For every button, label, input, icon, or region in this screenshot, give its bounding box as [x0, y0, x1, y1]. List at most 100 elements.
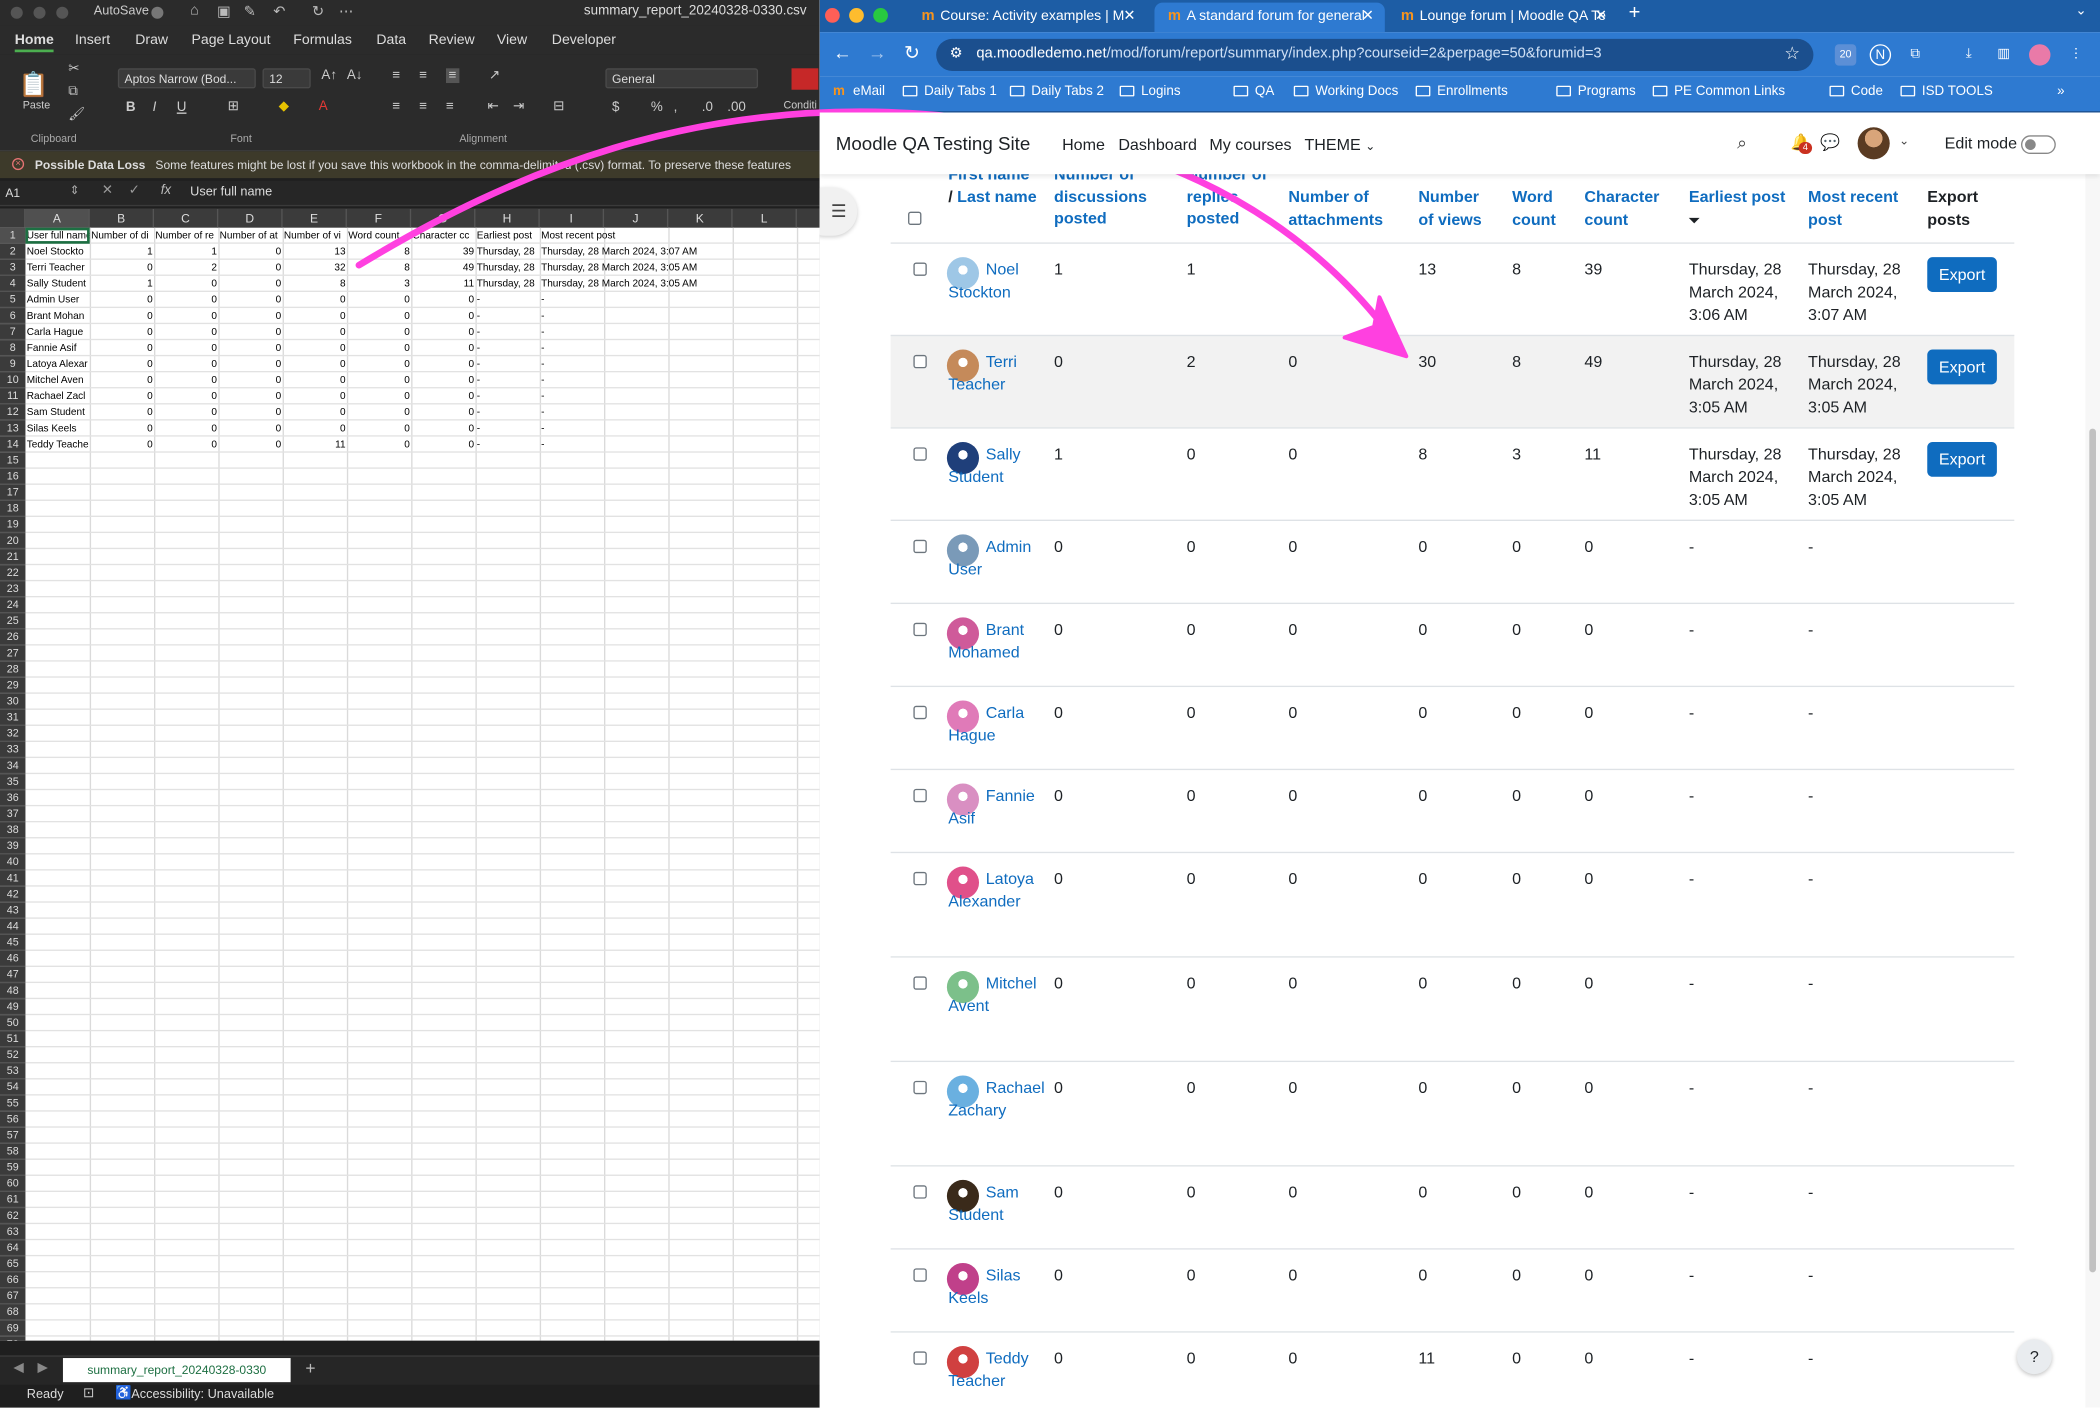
row-header[interactable]: 49	[0, 999, 26, 1016]
row-select-checkbox[interactable]	[913, 976, 927, 990]
increase-font-icon[interactable]: A↑	[321, 68, 337, 83]
reload-icon[interactable]: ↻	[904, 42, 920, 65]
export-button[interactable]: Export	[1927, 257, 1997, 292]
cell[interactable]: -	[475, 324, 539, 340]
cell[interactable]: Most recent post	[540, 228, 733, 244]
cell[interactable]: 0	[347, 388, 411, 404]
cell[interactable]: 32	[283, 260, 347, 276]
user-name-link[interactable]: Sam Student	[948, 1181, 1044, 1227]
cell[interactable]: 0	[218, 292, 282, 308]
row-header[interactable]: 31	[0, 709, 26, 726]
user-name-link[interactable]: Admin User	[948, 536, 1044, 582]
column-header[interactable]: K	[668, 208, 733, 228]
cell[interactable]: 0	[90, 260, 154, 276]
cell[interactable]: 0	[154, 276, 218, 292]
row-header[interactable]: 7	[0, 324, 26, 341]
row-header[interactable]: 65	[0, 1256, 26, 1273]
font-name-select[interactable]: Aptos Narrow (Bod...	[117, 68, 256, 89]
column-header[interactable]: I	[540, 208, 605, 228]
cell[interactable]: 1	[90, 244, 154, 260]
select-all-checkbox[interactable]	[908, 211, 922, 226]
cell[interactable]: 0	[411, 372, 475, 388]
column-header[interactable]: F	[347, 208, 412, 228]
fill-color-icon[interactable]: ◆	[279, 99, 289, 114]
cell[interactable]: Thursday, 28 March 2024, 3:05 AM	[540, 260, 733, 276]
cell[interactable]: Carla Hague	[25, 324, 89, 340]
cell[interactable]: 0	[154, 437, 218, 453]
row-header[interactable]: 18	[0, 500, 26, 517]
font-size-select[interactable]: 12	[262, 68, 311, 89]
cell[interactable]: 0	[283, 388, 347, 404]
cell[interactable]: Thursday, 28 March 2024, 3:05 AM	[540, 276, 733, 292]
align-top-icon[interactable]: ≡	[392, 68, 400, 83]
cell[interactable]: -	[475, 388, 539, 404]
row-header[interactable]: 10	[0, 372, 26, 389]
cell[interactable]: 0	[218, 324, 282, 340]
bookmark-isd-tools[interactable]: ISD TOOLS	[1900, 84, 1993, 99]
cell[interactable]: 0	[218, 260, 282, 276]
download-icon[interactable]: ⤓	[1958, 44, 1979, 65]
column-header[interactable]: D	[218, 208, 283, 228]
row-header[interactable]: 61	[0, 1191, 26, 1209]
row-header[interactable]: 48	[0, 983, 26, 1000]
close-window-button[interactable]	[825, 8, 840, 23]
row-header[interactable]: 41	[0, 870, 26, 887]
cell[interactable]: 0	[218, 340, 282, 356]
ribbon-tab-review[interactable]: Review	[429, 32, 475, 48]
row-select-checkbox[interactable]	[913, 447, 927, 461]
row-select-checkbox[interactable]	[913, 262, 927, 276]
cell[interactable]: 0	[347, 292, 411, 308]
spreadsheet-grid[interactable]: ABCDEFGHIJKL 1 2 3 4 5 6 7 8 9 10 11 12 13 14 15 16 17 18…	[0, 208, 820, 1341]
header-character-count[interactable]: Character count	[1584, 186, 1671, 230]
row-header[interactable]: 62	[0, 1208, 26, 1225]
profile-avatar-icon[interactable]	[2029, 44, 2051, 66]
ribbon-tab-data[interactable]: Data	[376, 32, 406, 48]
profile-n-icon[interactable]: N	[1869, 44, 1892, 66]
row-header[interactable]: 47	[0, 966, 26, 984]
cell[interactable]: 0	[347, 404, 411, 420]
row-header[interactable]: 32	[0, 725, 26, 742]
cell[interactable]: 0	[283, 340, 347, 356]
cell[interactable]: 0	[90, 324, 154, 340]
cell[interactable]: Fannie Asif	[25, 340, 89, 356]
add-sheet-icon[interactable]: +	[305, 1358, 315, 1378]
undo-icon[interactable]: ↶	[273, 3, 285, 20]
cell[interactable]: -	[540, 372, 733, 388]
bold-button[interactable]: B	[126, 100, 136, 115]
user-name-link[interactable]: Mitchel Avent	[948, 972, 1044, 1018]
nav-dashboard[interactable]: Dashboard	[1118, 135, 1197, 154]
cell[interactable]: 0	[411, 388, 475, 404]
cell[interactable]: 8	[347, 244, 411, 260]
bookmark-daily-tabs-2[interactable]: Daily Tabs 2	[1009, 84, 1104, 99]
row-header[interactable]: 34	[0, 758, 26, 775]
user-name-link[interactable]: Latoya Alexander	[948, 868, 1044, 914]
row-select-checkbox[interactable]	[913, 1268, 927, 1282]
cell[interactable]: Rachael Zacl	[25, 388, 89, 404]
cell[interactable]: 8	[283, 276, 347, 292]
cell[interactable]: 0	[90, 437, 154, 453]
borders-icon[interactable]: ⊞	[228, 99, 239, 114]
column-header[interactable]: B	[90, 208, 155, 228]
cell[interactable]: -	[540, 388, 733, 404]
comma-icon[interactable]: ,	[674, 100, 678, 115]
cell[interactable]: 0	[218, 308, 282, 324]
cell[interactable]: -	[475, 292, 539, 308]
font-color-icon[interactable]: A	[319, 99, 328, 114]
cell[interactable]: 0	[283, 372, 347, 388]
orientation-icon[interactable]: ↗	[489, 68, 500, 83]
column-header[interactable]: E	[283, 208, 347, 228]
ribbon-tab-developer[interactable]: Developer	[552, 32, 616, 48]
cell[interactable]: 0	[347, 421, 411, 437]
cell[interactable]: -	[475, 437, 539, 453]
row-header[interactable]: 59	[0, 1159, 26, 1176]
row-header[interactable]: 68	[0, 1304, 26, 1321]
cell[interactable]: Number of vi	[283, 228, 347, 244]
cell[interactable]: 0	[90, 404, 154, 420]
column-header[interactable]: A	[25, 208, 90, 228]
next-sheet-icon[interactable]: ▶	[38, 1361, 48, 1376]
help-button[interactable]: ?	[2016, 1339, 2052, 1375]
row-header[interactable]: 2	[0, 243, 26, 260]
cell[interactable]: 0	[218, 356, 282, 372]
conditional-format-icon[interactable]	[791, 68, 819, 90]
cell[interactable]: 0	[347, 308, 411, 324]
